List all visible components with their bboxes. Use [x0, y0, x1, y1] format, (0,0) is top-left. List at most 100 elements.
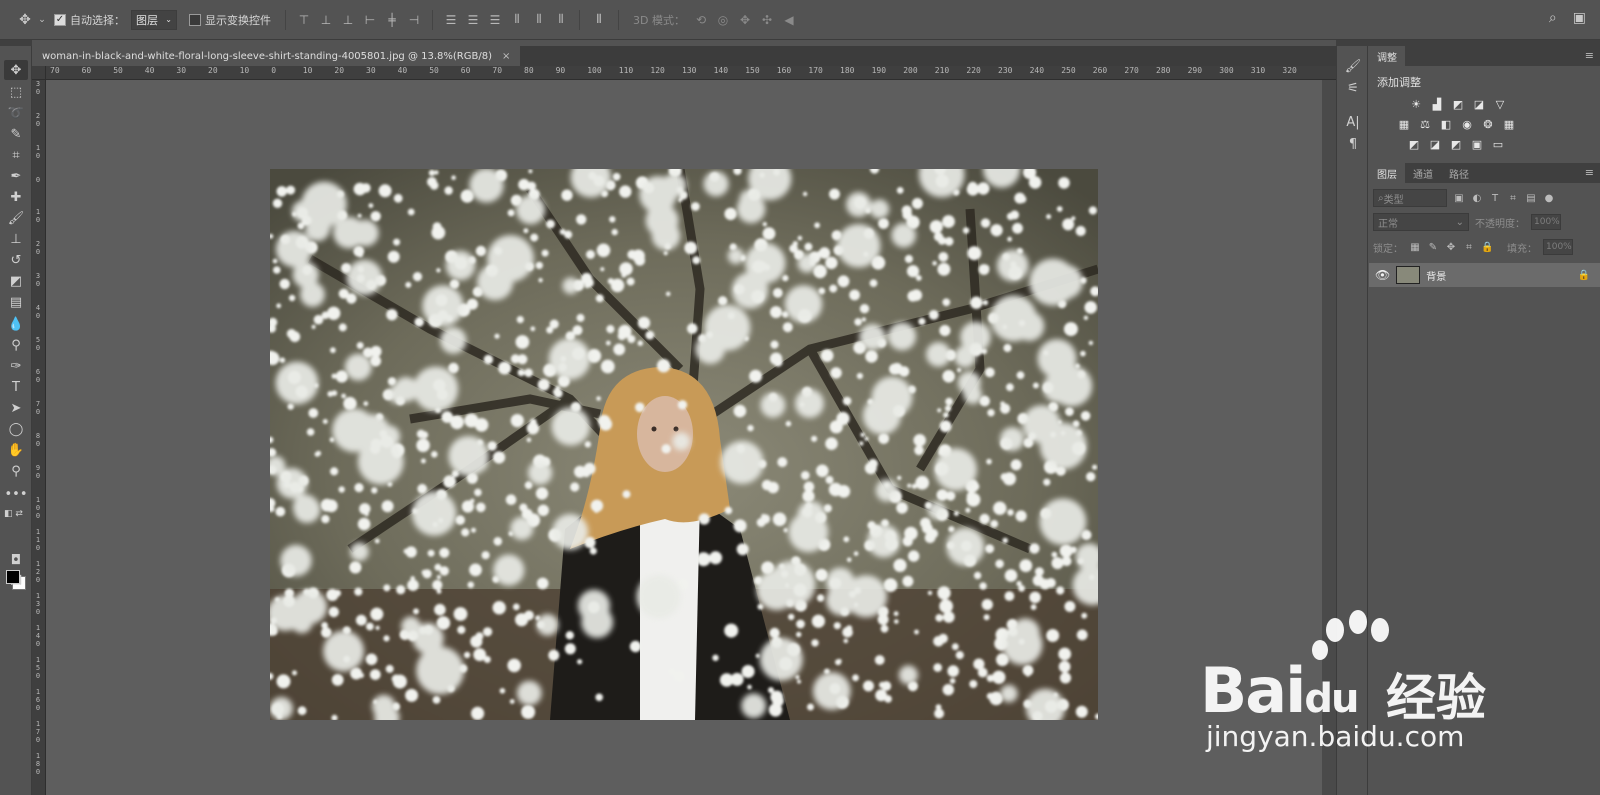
distribute-right-icon[interactable]: ⦀ — [551, 10, 571, 30]
hue-saturation-icon[interactable]: ▦ — [1397, 117, 1411, 131]
lasso-tool-icon[interactable]: ➰ — [4, 103, 28, 123]
levels-icon[interactable]: ▟ — [1430, 97, 1444, 111]
channel-mixer-icon[interactable]: ❂ — [1481, 117, 1495, 131]
vibrance-icon[interactable]: ▽ — [1493, 97, 1507, 111]
distribute-top-icon[interactable]: ☰ — [441, 10, 461, 30]
fill-input[interactable]: 100% — [1543, 239, 1573, 255]
align-vertical-center-icon[interactable]: ⊥ — [316, 10, 336, 30]
more-tools-icon[interactable]: ••• — [4, 484, 28, 504]
crop-tool-icon[interactable]: ⌗ — [4, 145, 28, 165]
distribute-left-icon[interactable]: ⦀ — [507, 10, 527, 30]
exposure-icon[interactable]: ◪ — [1472, 97, 1486, 111]
brush-tool-icon[interactable]: 🖌 — [4, 208, 28, 228]
invert-icon[interactable]: ◩ — [1407, 137, 1421, 151]
threshold-icon[interactable]: ◩ — [1449, 137, 1463, 151]
distribute-bottom-icon[interactable]: ☰ — [485, 10, 505, 30]
tab-adjustments[interactable]: 调整 — [1369, 46, 1405, 66]
panel-menu-icon[interactable]: ≡ — [1585, 166, 1594, 179]
tab-layers[interactable]: 图层 — [1369, 163, 1405, 183]
photo-filter-icon[interactable]: ◉ — [1460, 117, 1474, 131]
panel-menu-icon[interactable]: ≡ — [1585, 49, 1594, 62]
align-right-icon[interactable]: ⊣ — [404, 10, 424, 30]
path-selection-tool-icon[interactable]: ➤ — [4, 398, 28, 418]
show-transform-check-icon[interactable] — [189, 13, 201, 26]
selective-color-icon[interactable]: ▣ — [1470, 137, 1484, 151]
properties-icon[interactable]: ⚟ — [1343, 78, 1363, 98]
tool-preset-chevron-icon[interactable]: ⌄ — [36, 9, 48, 31]
layer-row[interactable]: 👁 背景 🔒 — [1369, 263, 1600, 287]
paragraph-panel-icon[interactable]: ¶ — [1343, 134, 1363, 154]
black-white-icon[interactable]: ◧ — [1439, 117, 1453, 131]
tab-channels[interactable]: 通道 — [1405, 163, 1441, 183]
clone-stamp-tool-icon[interactable]: ⊥ — [4, 229, 28, 249]
lock-position-icon[interactable]: ✥ — [1445, 242, 1457, 253]
blend-mode-dropdown[interactable]: 正常 ⌄ — [1373, 213, 1469, 231]
character-panel-icon[interactable]: A| — [1343, 112, 1363, 132]
search-icon[interactable]: ⌕ — [1549, 10, 1557, 26]
curves-icon[interactable]: ◩ — [1451, 97, 1465, 111]
align-horizontal-center-icon[interactable]: ╪ — [382, 10, 402, 30]
document-tab[interactable]: woman-in-black-and-white-floral-long-sle… — [32, 46, 521, 66]
color-balance-icon[interactable]: ⚖ — [1418, 117, 1432, 131]
lock-all-icon[interactable]: 🔒 — [1481, 242, 1493, 253]
distribute-hcenter-icon[interactable]: ⦀ — [529, 10, 549, 30]
foreground-color-swatch[interactable] — [6, 570, 20, 584]
color-lookup-icon[interactable]: ▦ — [1502, 117, 1516, 131]
slide-3d-icon[interactable]: ✣ — [757, 10, 777, 30]
history-brush-tool-icon[interactable]: ↺ — [4, 250, 28, 270]
align-left-icon[interactable]: ⊢ — [360, 10, 380, 30]
brightness-contrast-icon[interactable]: ☀ — [1409, 97, 1423, 111]
gradient-tool-icon[interactable]: ▤ — [4, 292, 28, 312]
auto-select-check-icon[interactable]: ✓ — [54, 13, 66, 26]
dodge-tool-icon[interactable]: ⚲ — [4, 335, 28, 355]
auto-align-icon[interactable]: ⦀ — [588, 9, 610, 31]
lock-transparent-icon[interactable]: ▦ — [1409, 242, 1421, 253]
ruler-origin[interactable] — [32, 66, 46, 80]
filter-pixel-icon[interactable]: ▣ — [1453, 193, 1465, 204]
zoom-tool-icon[interactable]: ⚲ — [4, 461, 28, 481]
distribute-vcenter-icon[interactable]: ☰ — [463, 10, 483, 30]
scale-3d-icon[interactable]: ◀ — [779, 10, 799, 30]
filter-smart-object-icon[interactable]: ▤ — [1525, 193, 1537, 204]
lock-artboard-icon[interactable]: ⌗ — [1463, 242, 1475, 253]
eraser-tool-icon[interactable]: ◩ — [4, 271, 28, 291]
align-bottom-icon[interactable]: ⊥ — [338, 10, 358, 30]
move-tool-icon[interactable]: ✥ — [4, 60, 28, 80]
lock-image-icon[interactable]: ✎ — [1427, 242, 1439, 253]
orbit-3d-icon[interactable]: ⟲ — [691, 10, 711, 30]
roll-3d-icon[interactable]: ◎ — [713, 10, 733, 30]
filter-type-icon[interactable]: T — [1489, 193, 1501, 204]
tab-paths[interactable]: 路径 — [1441, 163, 1477, 183]
marquee-tool-icon[interactable]: ⬚ — [4, 82, 28, 102]
layer-filter-dropdown[interactable]: ⌕ 类型 — [1373, 189, 1447, 207]
workspace-switcher-icon[interactable]: ▣ — [1573, 10, 1586, 26]
blur-tool-icon[interactable]: 💧 — [4, 314, 28, 334]
eyedropper-tool-icon[interactable]: ✒ — [4, 166, 28, 186]
healing-brush-tool-icon[interactable]: ✚ — [4, 187, 28, 207]
move-tool-icon[interactable]: ✥ — [14, 9, 36, 31]
posterize-icon[interactable]: ◪ — [1428, 137, 1442, 151]
opacity-input[interactable]: 100% — [1531, 214, 1561, 230]
eye-icon[interactable]: 👁 — [1375, 268, 1390, 282]
gradient-map-icon[interactable]: ▭ — [1491, 137, 1505, 151]
document-image[interactable] — [270, 169, 1098, 720]
hand-tool-icon[interactable]: ✋ — [4, 440, 28, 460]
horizontal-ruler[interactable]: 70 60 50 40 30 20 10 0 10 20 30 40 50 60 70 80 90 100 110 1… — [46, 66, 1336, 80]
align-top-icon[interactable]: ⊤ — [294, 10, 314, 30]
quick-mask-icon[interactable]: ◘ — [4, 550, 28, 570]
brush-settings-icon[interactable]: 🖌 — [1343, 56, 1363, 76]
show-transform-checkbox[interactable]: 显示变换控件 — [189, 12, 271, 28]
pen-tool-icon[interactable]: ✑ — [4, 356, 28, 376]
quick-select-tool-icon[interactable]: ✎ — [4, 124, 28, 144]
filter-adjustment-icon[interactable]: ◐ — [1471, 193, 1483, 204]
auto-select-checkbox[interactable]: ✓ 自动选择： — [54, 12, 125, 28]
close-icon[interactable]: × — [502, 51, 510, 62]
ellipse-tool-icon[interactable]: ◯ — [4, 419, 28, 439]
auto-select-target-dropdown[interactable]: 图层 ⌄ — [131, 9, 177, 30]
vertical-ruler[interactable]: 3020100102030405060708090100110120130140… — [32, 80, 46, 795]
filter-toggle-icon[interactable]: ● — [1543, 193, 1555, 204]
pan-3d-icon[interactable]: ✥ — [735, 10, 755, 30]
default-colors-icon[interactable]: ◧ ⇄ — [4, 504, 28, 524]
type-tool-icon[interactable]: T — [4, 377, 28, 397]
filter-shape-icon[interactable]: ⌗ — [1507, 193, 1519, 204]
